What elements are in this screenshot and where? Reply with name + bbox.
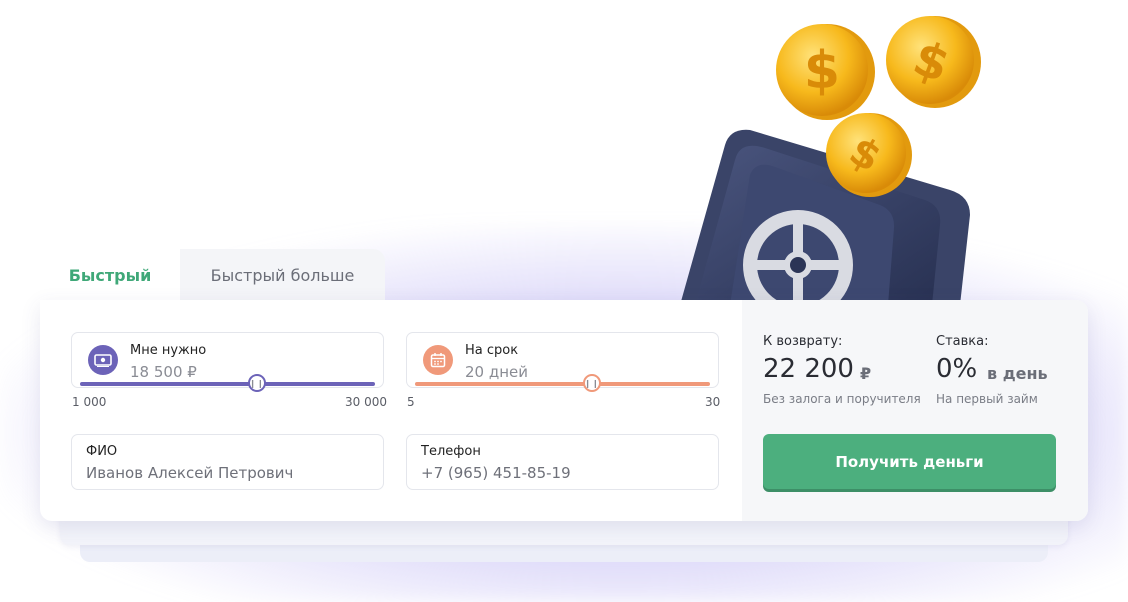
rate-unit: в день [987,364,1048,383]
phone-label: Телефон [421,444,481,459]
amount-slider-field[interactable]: Мне нужно 18 500 ₽ ❙❙ [71,332,384,392]
return-currency: ₽ [860,364,872,383]
svg-text:$: $ [804,41,840,101]
safe-coins-illustration: $ $ $ [680,16,981,310]
rate-note: На первый займ [936,392,1038,406]
term-slider-field[interactable]: На срок 20 дней ❙❙ [406,332,719,392]
return-amount: 22 200 [763,354,854,384]
full-name-label: ФИО [86,444,118,459]
get-money-button[interactable]: Получить деньги [763,434,1056,489]
phone-field[interactable]: Телефон +7 (965) 451-85-19 [406,434,719,490]
return-label: К возврату: [763,334,843,349]
rate-value: 0% [936,354,978,384]
term-max-label: 30 [705,395,721,409]
amount-min-label: 1 000 [72,395,107,409]
amount-label: Мне нужно [130,343,207,358]
full-name-field[interactable]: ФИО Иванов Алексей Петрович [71,434,384,490]
rate-label: Ставка: [936,334,989,349]
amount-slider-track[interactable]: ❙❙ [80,374,375,392]
term-label: На срок [465,343,519,358]
amount-max-label: 30 000 [345,395,387,409]
money-icon [88,345,118,375]
term-min-label: 5 [407,395,415,409]
calendar-icon [423,345,453,375]
tab-fast[interactable]: Быстрый [40,249,180,301]
full-name-value[interactable]: Иванов Алексей Петрович [86,464,293,482]
term-value: 20 дней [465,363,529,381]
amount-slider-thumb[interactable]: ❙❙ [248,374,266,392]
amount-value: 18 500 ₽ [130,363,197,381]
loan-type-tabs: Быстрый Быстрый больше [40,249,385,301]
tab-fast-more[interactable]: Быстрый больше [180,249,385,301]
term-slider-track[interactable]: ❙❙ [415,374,710,392]
return-note: Без залога и поручителя [763,392,921,406]
phone-value[interactable]: +7 (965) 451-85-19 [421,464,571,482]
term-slider-thumb[interactable]: ❙❙ [583,374,601,392]
